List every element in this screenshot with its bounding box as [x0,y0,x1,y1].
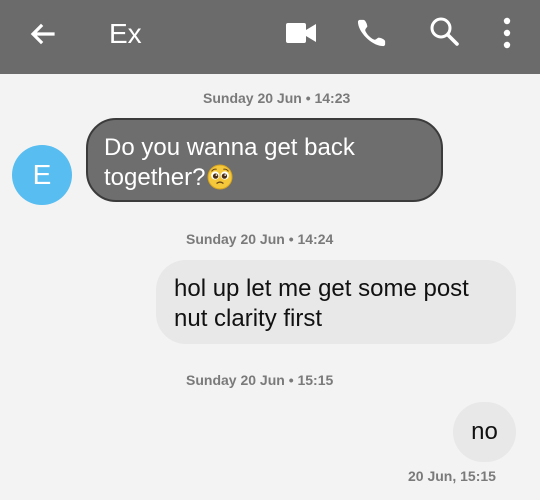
messaging-app: Ex Sunday 20 Jun • 14:23 E Do you wanna … [0,0,540,500]
message-timestamp: Sunday 20 Jun • 14:23 [203,90,351,106]
video-call-icon[interactable] [285,21,317,45]
message-timestamp: Sunday 20 Jun • 15:15 [186,372,334,388]
more-vertical-icon[interactable] [501,16,513,50]
contact-name[interactable]: Ex [109,17,142,51]
incoming-message-bubble[interactable]: Do you wanna get back together? [86,118,443,202]
outgoing-message-text: hol up let me get some post nut clarity … [174,275,469,332]
contact-avatar[interactable]: E [12,145,72,205]
message-sent-time: 20 Jun, 15:15 [408,468,496,484]
outgoing-message-bubble[interactable]: hol up let me get some post nut clarity … [156,260,516,344]
arrow-left-icon[interactable] [26,18,58,50]
outgoing-message-text: no [471,418,498,445]
phone-icon[interactable] [357,16,387,48]
message-timestamp: Sunday 20 Jun • 14:24 [186,231,334,247]
pleading-face-emoji [207,164,233,190]
outgoing-message-bubble[interactable]: no [453,402,516,462]
search-icon[interactable] [428,15,460,47]
conversation-header: Ex [0,0,540,74]
